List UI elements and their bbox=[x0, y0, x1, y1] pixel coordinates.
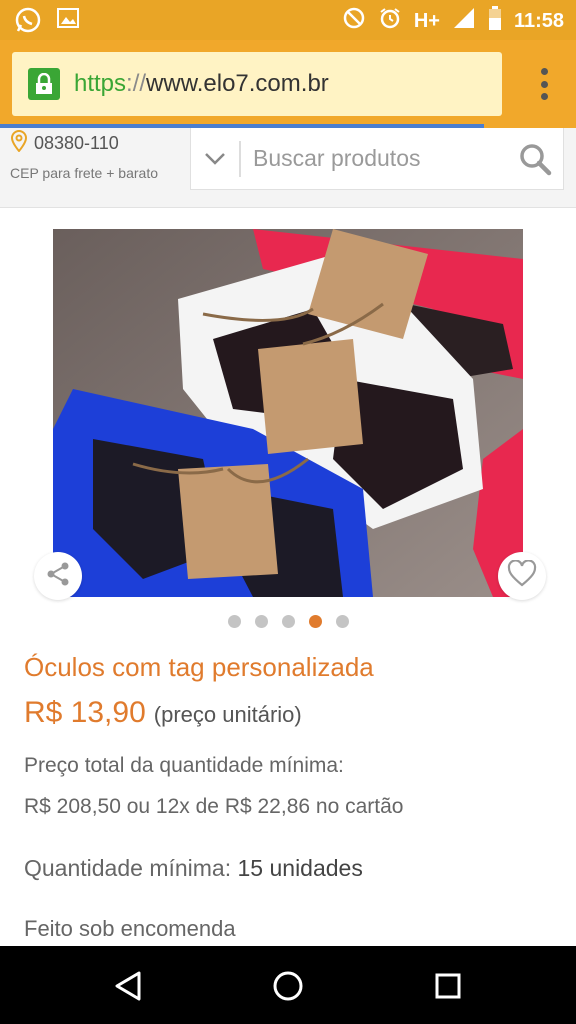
network-type: H+ bbox=[413, 9, 440, 32]
browser-toolbar: https://www.elo7.com.br bbox=[0, 40, 576, 128]
cep-subtitle: CEP para frete + barato bbox=[10, 165, 158, 181]
total-price-value: R$ 208,50 ou 12x de R$ 22,86 no cartão bbox=[24, 795, 404, 818]
location-pin-icon bbox=[10, 129, 28, 157]
heart-icon bbox=[507, 559, 537, 592]
cep-widget[interactable]: 08380-110 CEP para frete + barato bbox=[10, 129, 158, 181]
battery-icon bbox=[488, 6, 502, 36]
overflow-menu-icon[interactable] bbox=[540, 68, 548, 100]
url-scheme: https bbox=[74, 70, 127, 97]
minimum-quantity: Quantidade mínima: 15 unidades bbox=[24, 855, 363, 882]
clock: 11:58 bbox=[513, 9, 564, 32]
product-title: Óculos com tag personalizada bbox=[24, 652, 374, 682]
min-qty-label: Quantidade mínima: bbox=[24, 855, 232, 881]
alarm-icon bbox=[378, 6, 402, 36]
carousel-dot[interactable] bbox=[336, 615, 349, 628]
share-button[interactable] bbox=[34, 552, 82, 600]
price-note: (preço unitário) bbox=[153, 702, 302, 727]
min-qty-value: 15 unidades bbox=[237, 855, 363, 881]
address-bar[interactable]: https://www.elo7.com.br bbox=[12, 52, 502, 116]
carousel-dot[interactable] bbox=[228, 615, 241, 628]
favorite-button[interactable] bbox=[498, 552, 546, 600]
total-price-label: Preço total da quantidade mínima: bbox=[24, 754, 344, 777]
search-input[interactable]: Buscar produtos bbox=[253, 145, 507, 172]
carousel-dot[interactable] bbox=[255, 615, 268, 628]
product-price: R$ 13,90 bbox=[24, 696, 146, 729]
cep-code: 08380-110 bbox=[34, 133, 119, 153]
site-header: 08380-110 CEP para frete + barato Buscar… bbox=[0, 128, 576, 208]
gallery-icon bbox=[56, 6, 80, 38]
product-image[interactable] bbox=[53, 229, 523, 597]
carousel-dot[interactable] bbox=[282, 615, 295, 628]
url-host: www.elo7.com.br bbox=[146, 70, 329, 97]
search-icon[interactable] bbox=[507, 142, 563, 176]
price-row: R$ 13,90 (preço unitário) bbox=[24, 696, 302, 730]
url-text: https://www.elo7.com.br bbox=[74, 70, 329, 98]
share-icon bbox=[45, 561, 71, 591]
back-icon[interactable] bbox=[106, 964, 150, 1008]
do-not-disturb-icon bbox=[342, 6, 366, 36]
url-separator: :// bbox=[126, 70, 147, 97]
home-icon[interactable] bbox=[266, 964, 310, 1008]
carousel-dot-active[interactable] bbox=[309, 615, 322, 628]
system-nav-bar bbox=[0, 946, 576, 1024]
whatsapp-icon bbox=[14, 6, 42, 38]
status-bar: H+ 11:58 bbox=[0, 0, 576, 40]
lock-icon bbox=[28, 68, 60, 100]
chevron-down-icon[interactable] bbox=[191, 140, 241, 177]
signal-icon bbox=[452, 6, 476, 36]
search-box: Buscar produtos bbox=[190, 128, 564, 190]
carousel-dots bbox=[228, 615, 349, 628]
recents-icon[interactable] bbox=[426, 964, 470, 1008]
made-to-order: Feito sob encomenda bbox=[24, 916, 236, 941]
